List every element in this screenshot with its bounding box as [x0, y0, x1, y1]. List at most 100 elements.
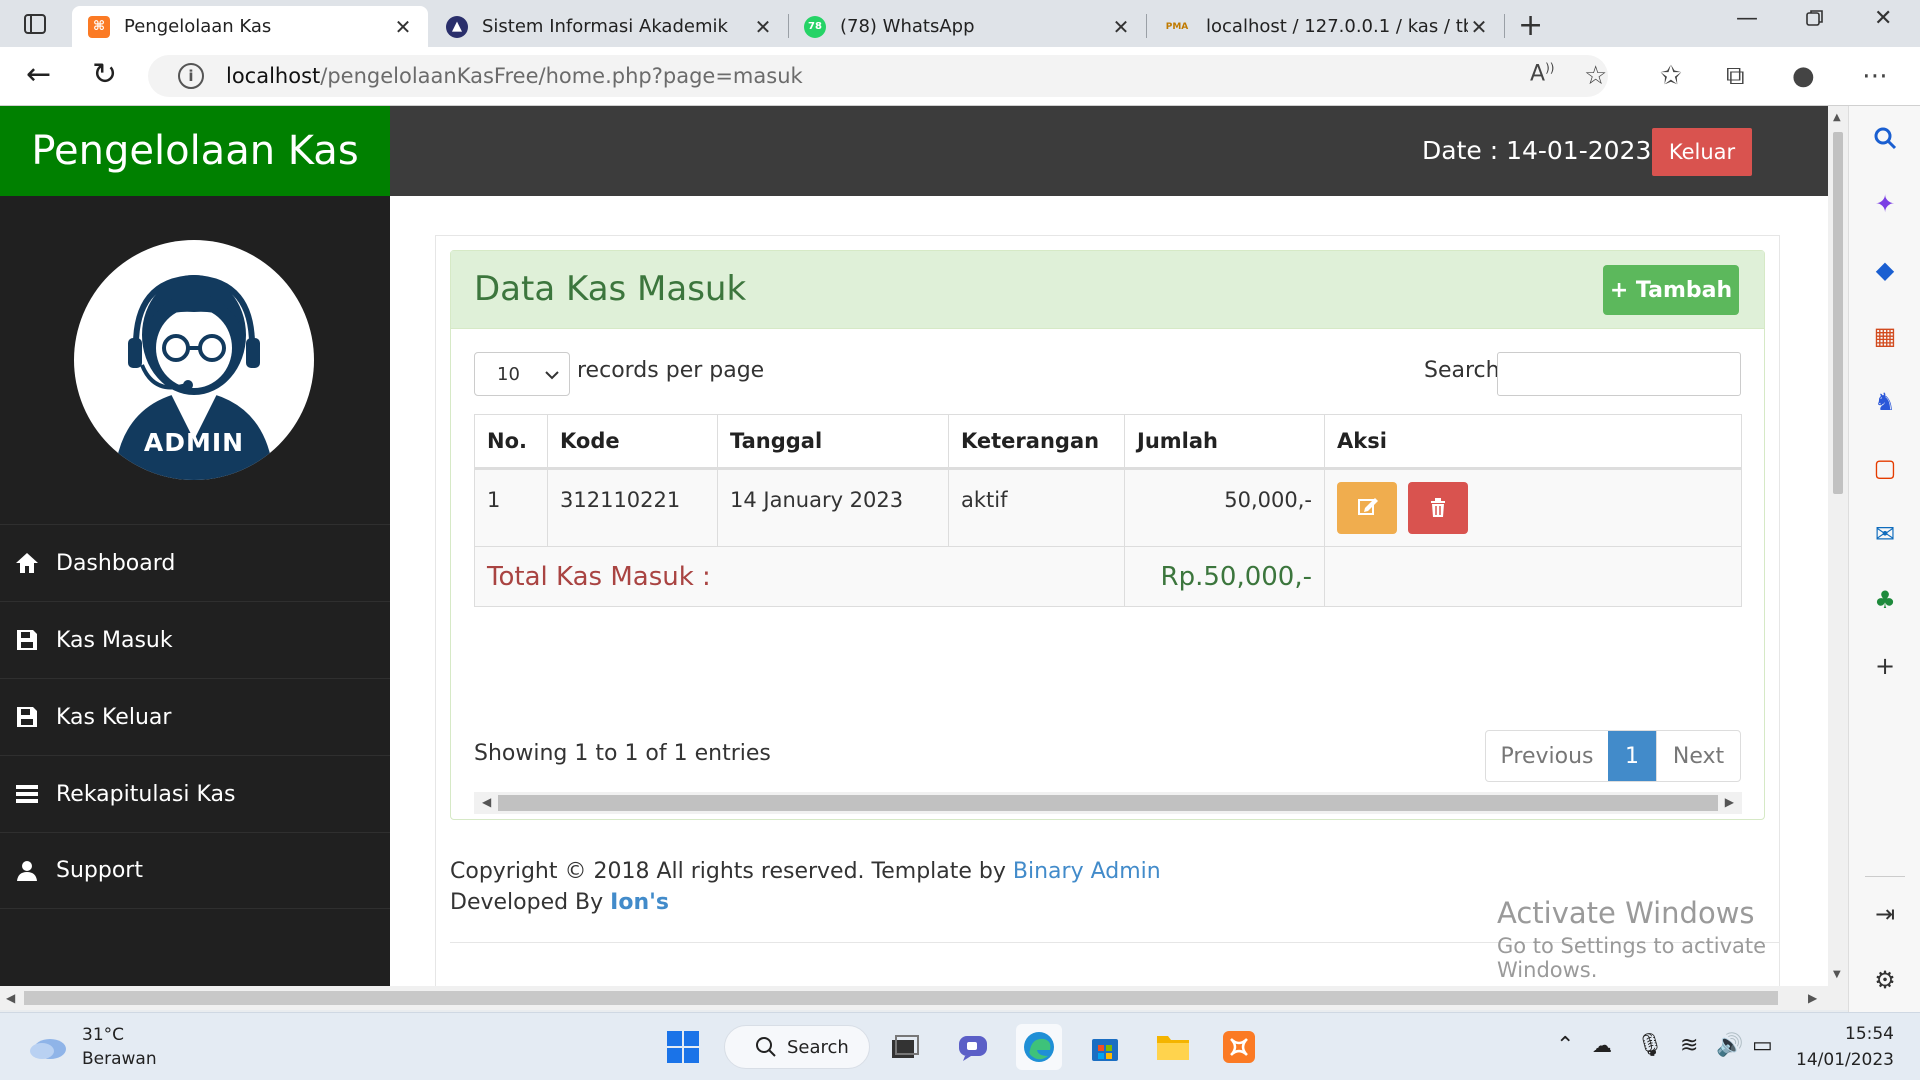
tools-icon[interactable]: ▦ [1867, 318, 1903, 354]
tab-whatsapp[interactable]: 78 (78) WhatsApp ✕ [788, 6, 1146, 47]
sidebar-item-kas-masuk[interactable]: Kas Masuk [0, 601, 390, 678]
onedrive-offline-icon[interactable]: ☁ [1592, 1033, 1612, 1057]
battery-icon[interactable]: ▭ [1752, 1033, 1773, 1058]
sidebar-item-support[interactable]: Support [0, 832, 390, 909]
scroll-up-icon[interactable]: ▲ [1833, 112, 1841, 123]
sidebar-divider [1865, 876, 1905, 877]
more-icon[interactable]: ⋯ [1862, 61, 1888, 91]
new-tab-icon[interactable]: + [1518, 8, 1543, 43]
back-icon[interactable]: ← [26, 57, 51, 92]
delete-button[interactable] [1407, 482, 1468, 534]
close-window-icon[interactable]: ✕ [1874, 6, 1892, 31]
sidebar-item-dashboard[interactable]: Dashboard [0, 524, 390, 601]
edit-button[interactable] [1337, 482, 1397, 534]
scroll-left-icon[interactable]: ◀ [482, 795, 491, 809]
hide-sidebar-icon[interactable]: ⇥ [1867, 896, 1903, 932]
column-header-keterangan[interactable]: Keterangan [948, 414, 1125, 470]
search-icon[interactable] [1867, 120, 1903, 156]
records-per-page-select[interactable]: 10 [474, 352, 570, 396]
pagination-page-1[interactable]: 1 [1608, 731, 1656, 781]
column-header-kode[interactable]: Kode [547, 414, 718, 470]
volume-icon[interactable]: 🔊 [1716, 1033, 1743, 1058]
scrollbar-thumb[interactable] [1833, 132, 1843, 494]
close-icon[interactable]: ✕ [392, 15, 414, 39]
close-icon[interactable]: ✕ [1468, 15, 1490, 39]
column-header-tanggal[interactable]: Tanggal [717, 414, 949, 470]
read-aloud-icon[interactable]: A)) [1530, 61, 1554, 86]
sidebar: ADMIN Dashboard Kas Masuk Kas Keluar Rek… [0, 196, 390, 986]
table-horizontal-scrollbar[interactable]: ◀ ▶ [474, 792, 1742, 814]
chevron-up-icon[interactable]: ⌃ [1556, 1033, 1574, 1058]
scroll-down-icon[interactable]: ▼ [1833, 969, 1841, 980]
profile-icon[interactable]: ● [1792, 61, 1815, 91]
cell-kode: 312110221 [547, 468, 718, 547]
address-bar[interactable]: i localhost/pengelolaanKasFree/home.php?… [148, 55, 1608, 97]
store-icon[interactable] [1082, 1024, 1128, 1070]
tab-title: Pengelolaan Kas [124, 16, 272, 37]
column-header-no[interactable]: No. [474, 414, 548, 470]
microphone-icon[interactable]: 🎙 [1636, 1033, 1664, 1058]
scroll-left-icon[interactable]: ◀ [6, 991, 15, 1005]
trash-icon [1430, 498, 1445, 517]
tab-sistem-informasi[interactable]: ▲ Sistem Informasi Akademik ✕ [430, 6, 788, 47]
office-icon[interactable]: ▢ [1867, 450, 1903, 486]
whatsapp-icon: 78 [804, 15, 826, 38]
binary-admin-link[interactable]: Binary Admin [1013, 859, 1161, 884]
games-icon[interactable]: ♞ [1867, 384, 1903, 420]
weather-widget[interactable]: 31°C Berawan [28, 1023, 157, 1071]
scrollbar-thumb[interactable] [498, 795, 1718, 811]
wifi-icon[interactable]: ≋ [1680, 1033, 1698, 1058]
collections-icon[interactable]: ⧉ [1726, 61, 1745, 92]
scroll-right-icon[interactable]: ▶ [1725, 795, 1734, 809]
system-clock[interactable]: 15:54 14/01/2023 [1782, 1021, 1894, 1073]
sidebar-item-rekapitulasi-kas[interactable]: Rekapitulasi Kas [0, 755, 390, 832]
pagination-next[interactable]: Next [1656, 731, 1740, 781]
scrollbar-thumb[interactable] [24, 991, 1778, 1005]
kas-masuk-table: No. Kode Tanggal Keterangan Jumlah Aksi … [474, 414, 1742, 607]
page-vertical-scrollbar[interactable]: ▲ ▼ [1828, 106, 1848, 986]
sidebar-item-kas-keluar[interactable]: Kas Keluar [0, 678, 390, 755]
scroll-right-icon[interactable]: ▶ [1808, 991, 1817, 1005]
task-view-icon[interactable] [882, 1024, 928, 1070]
tab-actions-icon[interactable] [20, 12, 50, 36]
app-brand[interactable]: Pengelolaan Kas [0, 106, 390, 196]
settings-icon[interactable]: ⚙ [1867, 962, 1903, 998]
site-info-icon[interactable]: i [178, 63, 204, 89]
tree-icon[interactable]: ♣ [1867, 582, 1903, 618]
teams-chat-icon[interactable] [950, 1024, 996, 1070]
pagination-previous[interactable]: Previous [1486, 731, 1608, 781]
taskbar-search[interactable]: Search [724, 1025, 870, 1069]
search-input[interactable] [1497, 352, 1741, 396]
copilot-icon[interactable]: ✦ [1867, 186, 1903, 222]
developer-link[interactable]: Ion's [610, 890, 669, 915]
file-explorer-icon[interactable] [1150, 1024, 1196, 1070]
refresh-icon[interactable]: ↻ [92, 57, 117, 92]
column-header-jumlah[interactable]: Jumlah [1124, 414, 1325, 470]
tambah-button[interactable]: + Tambah [1603, 265, 1739, 315]
total-value: Rp.50,000,- [1124, 546, 1325, 607]
university-icon: ▲ [446, 15, 468, 38]
watermark-title: Activate Windows [1497, 896, 1755, 930]
save-icon [14, 706, 40, 728]
edge-taskbar-icon[interactable] [1016, 1024, 1062, 1070]
column-header-aksi[interactable]: Aksi [1324, 414, 1742, 470]
panel-title: Data Kas Masuk [474, 269, 747, 309]
favorites-icon[interactable]: ✩ [1660, 61, 1682, 91]
minimize-icon[interactable]: — [1736, 6, 1758, 31]
add-icon[interactable]: + [1867, 648, 1903, 684]
add-favorite-icon[interactable]: ☆ [1584, 61, 1607, 91]
top-navbar: Date : 14-01-2023 Keluar [390, 106, 1828, 196]
start-icon[interactable] [660, 1024, 706, 1070]
logout-button[interactable]: Keluar [1652, 128, 1752, 176]
panel-heading: Data Kas Masuk + Tambah [451, 251, 1764, 329]
restore-icon[interactable] [1806, 8, 1824, 33]
close-icon[interactable]: ✕ [752, 15, 774, 39]
xampp-taskbar-icon[interactable] [1216, 1024, 1262, 1070]
tab-phpmyadmin[interactable]: PMA localhost / 127.0.0.1 / kas / tb_us … [1146, 6, 1504, 47]
shopping-tag-icon[interactable]: ◆ [1867, 252, 1903, 288]
activate-windows-watermark: Activate Windows Go to Settings to activ… [1497, 896, 1828, 982]
tab-pengelolaan-kas[interactable]: ⌘ Pengelolaan Kas ✕ [72, 6, 428, 47]
outlook-icon[interactable]: ✉ [1867, 516, 1903, 552]
page-horizontal-scrollbar[interactable]: ◀ ▶ [0, 986, 1848, 1010]
close-icon[interactable]: ✕ [1110, 15, 1132, 39]
